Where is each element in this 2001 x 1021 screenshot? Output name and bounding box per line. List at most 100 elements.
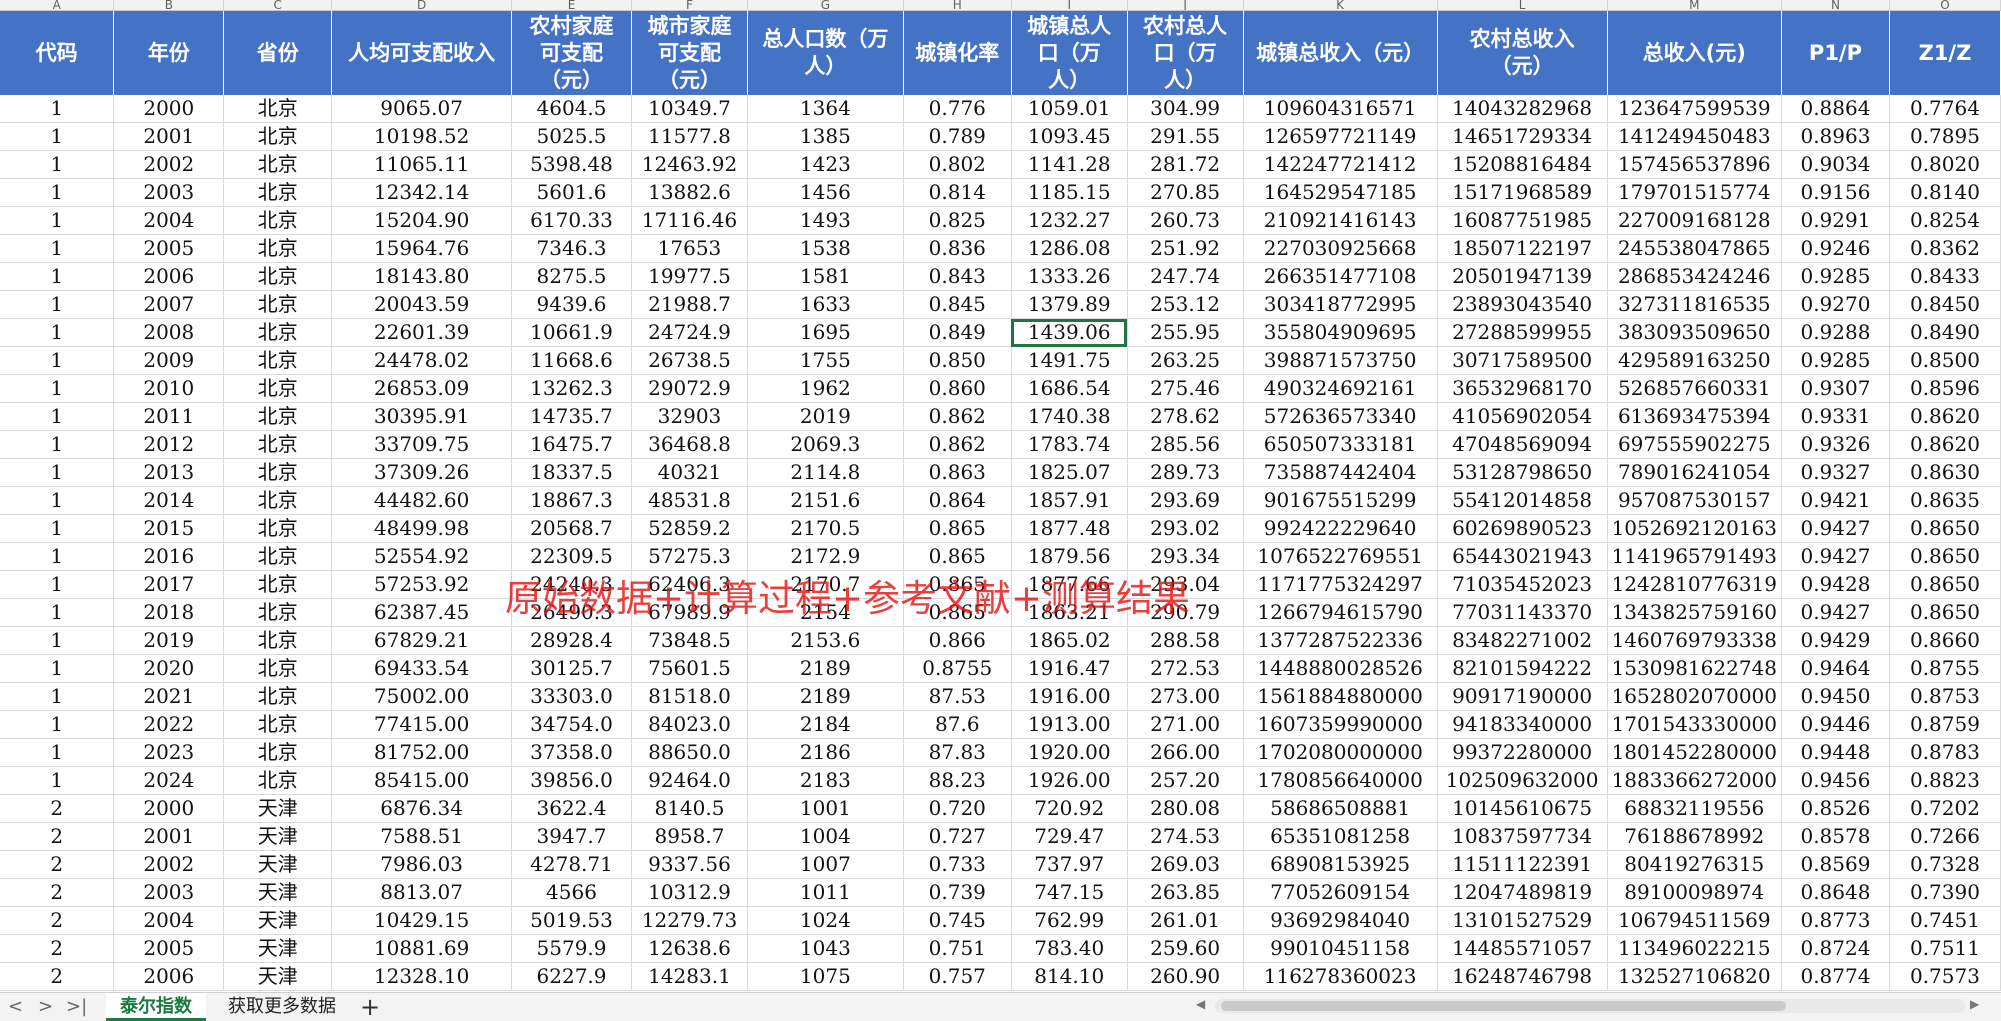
table-cell[interactable]: 71035452023: [1437, 570, 1608, 599]
table-cell[interactable]: 2012: [113, 430, 225, 459]
table-cell[interactable]: 2153.6: [747, 626, 904, 655]
column-letter[interactable]: M: [1607, 0, 1783, 11]
table-cell[interactable]: 15208816484: [1437, 150, 1608, 179]
table-cell[interactable]: 2: [0, 906, 115, 935]
table-cell[interactable]: 20501947139: [1437, 262, 1608, 291]
table-cell[interactable]: 1001: [747, 794, 904, 823]
selected-cell[interactable]: 1439.06: [1011, 318, 1128, 347]
table-cell[interactable]: 814.10: [1011, 962, 1128, 991]
table-cell[interactable]: 0.733: [903, 850, 1012, 879]
table-cell[interactable]: 1141965791493: [1607, 542, 1783, 571]
table-cell[interactable]: 2: [0, 794, 115, 823]
table-cell[interactable]: 0.9421: [1781, 486, 1890, 515]
column-letter[interactable]: D: [331, 0, 513, 11]
table-cell[interactable]: 1686.54: [1011, 374, 1128, 403]
table-cell[interactable]: 783.40: [1011, 934, 1128, 963]
table-cell[interactable]: 0.7328: [1889, 850, 2001, 879]
table-cell[interactable]: 2021: [113, 682, 225, 711]
table-row[interactable]: 1 2013 北京 37309.26 18337.5 40321 2114.8 0.863 18…: [0, 458, 2001, 487]
table-cell[interactable]: 5019.53: [511, 906, 632, 935]
table-cell[interactable]: 2018: [113, 598, 225, 627]
table-cell[interactable]: 0.7764: [1889, 95, 2001, 123]
table-cell[interactable]: 12342.14: [331, 178, 513, 207]
scroll-left-arrow-icon[interactable]: ◀: [1196, 997, 1205, 1011]
table-cell[interactable]: 北京: [223, 290, 333, 319]
table-cell[interactable]: 28928.4: [511, 626, 632, 655]
table-cell[interactable]: 132527106820: [1607, 962, 1783, 991]
table-cell[interactable]: 2022: [113, 710, 225, 739]
table-cell[interactable]: 1530981622748: [1607, 654, 1783, 683]
table-cell[interactable]: 0.8650: [1889, 570, 2001, 599]
table-cell[interactable]: 2013: [113, 458, 225, 487]
table-row[interactable]: 1 2014 北京 44482.60 18867.3 48531.8 2151.6 0.864…: [0, 486, 2001, 515]
table-cell[interactable]: 613693475394: [1607, 402, 1783, 431]
table-cell[interactable]: 0.9034: [1781, 150, 1890, 179]
table-cell[interactable]: 1059.01: [1011, 95, 1128, 123]
table-row[interactable]: 1 2020 北京 69433.54 30125.7 75601.5 2189 0.8755 1…: [0, 654, 2001, 683]
last-sheet-arrow-icon[interactable]: >|: [66, 996, 87, 1017]
column-header[interactable]: 代码: [0, 10, 115, 95]
table-cell[interactable]: 1141.28: [1011, 150, 1128, 179]
table-cell[interactable]: 30395.91: [331, 402, 513, 431]
table-cell[interactable]: 255.95: [1127, 318, 1244, 347]
column-letter[interactable]: I: [1011, 0, 1128, 11]
table-cell[interactable]: 0.7511: [1889, 934, 2001, 963]
table-cell[interactable]: 0.8755: [1889, 654, 2001, 683]
table-row[interactable]: 2 2003 天津 8813.07 4566 10312.9 1011 0.739 747.15…: [0, 878, 2001, 907]
table-row[interactable]: 2 2005 天津 10881.69 5579.9 12638.6 1043 0.751 783…: [0, 934, 2001, 963]
table-cell[interactable]: 北京: [223, 710, 333, 739]
table-cell[interactable]: 398871573750: [1243, 346, 1438, 375]
table-cell[interactable]: 17116.46: [631, 206, 748, 235]
table-cell[interactable]: 0.9427: [1781, 514, 1890, 543]
table-cell[interactable]: 8813.07: [331, 878, 513, 907]
table-cell[interactable]: 0.7573: [1889, 962, 2001, 991]
table-cell[interactable]: 1962: [747, 374, 904, 403]
table-cell[interactable]: 10837597734: [1437, 822, 1608, 851]
table-cell[interactable]: 1: [0, 486, 115, 515]
table-cell[interactable]: 2114.8: [747, 458, 904, 487]
table-cell[interactable]: 26853.09: [331, 374, 513, 403]
table-cell[interactable]: 天津: [223, 822, 333, 851]
table-cell[interactable]: 0.751: [903, 934, 1012, 963]
table-cell[interactable]: 26738.5: [631, 346, 748, 375]
table-cell[interactable]: 720.92: [1011, 794, 1128, 823]
table-cell[interactable]: 2019: [747, 402, 904, 431]
table-cell[interactable]: 81752.00: [331, 738, 513, 767]
table-cell[interactable]: 90917190000: [1437, 682, 1608, 711]
table-cell[interactable]: 429589163250: [1607, 346, 1783, 375]
table-row[interactable]: 1 2010 北京 26853.09 13262.3 29072.9 1962 0.860 16…: [0, 374, 2001, 403]
table-cell[interactable]: 2186: [747, 738, 904, 767]
table-cell[interactable]: 737.97: [1011, 850, 1128, 879]
table-cell[interactable]: 157456537896: [1607, 150, 1783, 179]
column-letter[interactable]: K: [1243, 0, 1438, 11]
table-cell[interactable]: 1926.00: [1011, 766, 1128, 795]
table-cell[interactable]: 8958.7: [631, 822, 748, 851]
table-cell[interactable]: 36532968170: [1437, 374, 1608, 403]
table-cell[interactable]: 271.00: [1127, 710, 1244, 739]
column-header[interactable]: 城镇总人 口（万 人）: [1011, 10, 1128, 95]
table-cell[interactable]: 62406.3: [631, 570, 748, 599]
table-row[interactable]: 1 2023 北京 81752.00 37358.0 88650.0 2186 87.83 19…: [0, 738, 2001, 767]
table-cell[interactable]: 0.8620: [1889, 430, 2001, 459]
spreadsheet-grid[interactable]: ABCDEFGHIJKLMNO 代码 年份 省份 人均可支配收入 农村家庭 可支配 （元）城…: [0, 0, 2001, 991]
table-cell[interactable]: 北京: [223, 766, 333, 795]
table-cell[interactable]: 1377287522336: [1243, 626, 1438, 655]
table-cell[interactable]: 293.69: [1127, 486, 1244, 515]
table-cell[interactable]: 490324692161: [1243, 374, 1438, 403]
table-cell[interactable]: 1740.38: [1011, 402, 1128, 431]
table-cell[interactable]: 2011: [113, 402, 225, 431]
table-cell[interactable]: 2003: [113, 878, 225, 907]
table-cell[interactable]: 北京: [223, 654, 333, 683]
table-cell[interactable]: 1581: [747, 262, 904, 291]
table-cell[interactable]: 227009168128: [1607, 206, 1783, 235]
table-cell[interactable]: 65351081258: [1243, 822, 1438, 851]
table-cell[interactable]: 3622.4: [511, 794, 632, 823]
table-cell[interactable]: 304.99: [1127, 95, 1244, 123]
table-cell[interactable]: 18143.80: [331, 262, 513, 291]
table-cell[interactable]: 0.9291: [1781, 206, 1890, 235]
table-cell[interactable]: 7346.3: [511, 234, 632, 263]
table-cell[interactable]: 88650.0: [631, 738, 748, 767]
table-row[interactable]: 2 2004 天津 10429.15 5019.53 12279.73 1024 0.745 7…: [0, 906, 2001, 935]
table-cell[interactable]: 1: [0, 766, 115, 795]
table-cell[interactable]: 116278360023: [1243, 962, 1438, 991]
